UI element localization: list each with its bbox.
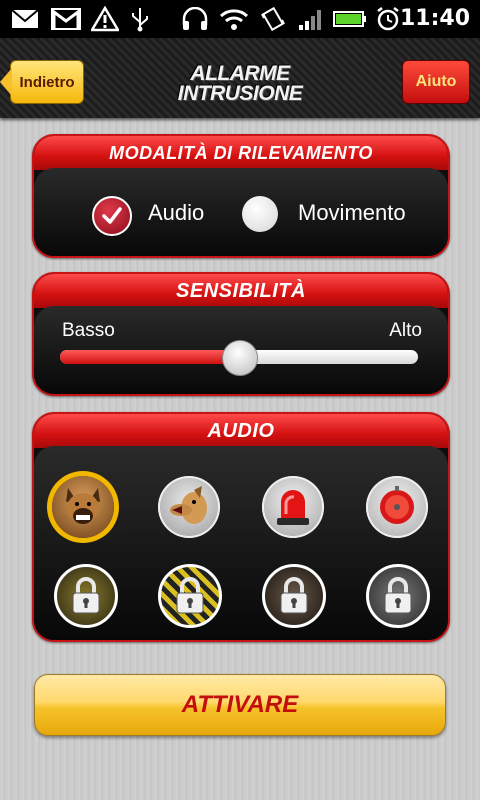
sensitivity-panel: SENSIBILITÀ Basso Alto: [32, 272, 450, 396]
signal-icon: [296, 6, 326, 32]
help-button[interactable]: Aiuto: [402, 60, 470, 104]
app-title-line-1: ALLARME: [190, 62, 290, 85]
audio-radio[interactable]: [92, 196, 132, 236]
gmail-icon: [50, 6, 82, 32]
detection-mode-panel: MODALITÀ DI RILEVAMENTO Audio Movimento: [32, 134, 450, 258]
siren-sound[interactable]: [262, 476, 324, 538]
audio-title: AUDIO: [34, 414, 448, 448]
app-title: ALLARME INTRUSIONE: [140, 62, 340, 105]
title-bar: Indietro ALLARME INTRUSIONE Aiuto: [0, 38, 480, 118]
angry-dog-sound[interactable]: [52, 476, 114, 538]
audio-panel: AUDIO: [32, 412, 450, 642]
sensitivity-low-label: Basso: [62, 320, 115, 341]
status-bar: 11:40: [0, 0, 480, 38]
activate-button[interactable]: ATTIVARE: [34, 674, 446, 736]
vibrate-icon: [258, 6, 288, 32]
warning-icon: [90, 6, 120, 32]
audio-body: [34, 446, 448, 640]
alarm-clock-icon: [374, 6, 402, 32]
mail-icon: [10, 6, 40, 32]
back-button[interactable]: Indietro: [0, 60, 84, 104]
wifi-icon: [218, 6, 250, 32]
angry-dog-icon: [66, 488, 100, 524]
padlock-icon: [280, 577, 308, 614]
padlock-icon: [72, 577, 100, 614]
headphones-icon: [180, 6, 210, 32]
locked-sound-1[interactable]: [54, 564, 118, 628]
battery-icon: [332, 6, 368, 32]
movement-radio[interactable]: [242, 196, 278, 232]
locked-sound-4[interactable]: [366, 564, 430, 628]
barking-dog-sound[interactable]: [158, 476, 220, 538]
detection-mode-title: MODALITÀ DI RILEVAMENTO: [34, 136, 448, 170]
locked-sound-3[interactable]: [262, 564, 326, 628]
movement-radio-label[interactable]: Movimento: [298, 200, 406, 226]
sensitivity-slider-thumb[interactable]: [222, 340, 258, 376]
barking-dog-icon: [170, 486, 207, 524]
sensitivity-slider-fill: [60, 350, 239, 364]
locked-sound-2[interactable]: [158, 564, 222, 628]
sensitivity-title: SENSIBILITÀ: [34, 274, 448, 308]
sensitivity-body: Basso Alto: [34, 306, 448, 394]
audio-radio-label[interactable]: Audio: [148, 200, 204, 226]
alarm-bell-icon: [380, 486, 414, 524]
siren-light-icon: [277, 490, 309, 525]
padlock-icon: [176, 577, 204, 614]
bell-sound[interactable]: [366, 476, 428, 538]
app-title-line-2: INTRUSIONE: [177, 82, 303, 105]
clock: 11:40: [399, 6, 470, 31]
padlock-icon: [384, 577, 412, 614]
detection-mode-body: Audio Movimento: [34, 168, 448, 256]
sensitivity-high-label: Alto: [389, 320, 422, 341]
usb-icon: [128, 6, 152, 32]
checkmark-icon: [102, 207, 122, 224]
